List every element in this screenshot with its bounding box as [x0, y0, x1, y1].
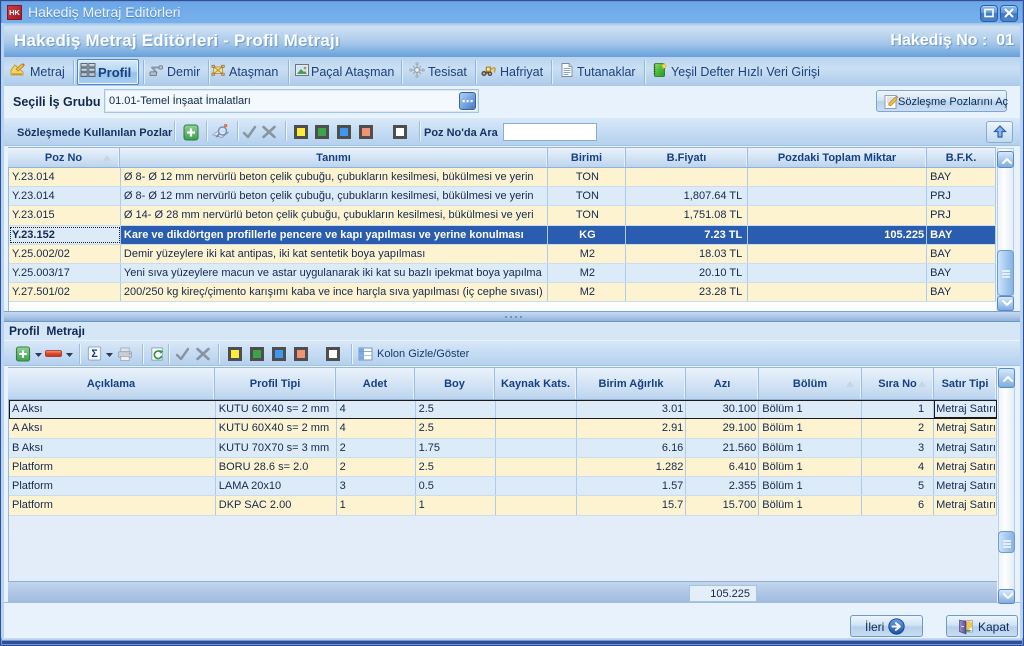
svg-text:Σ: Σ [91, 348, 98, 360]
